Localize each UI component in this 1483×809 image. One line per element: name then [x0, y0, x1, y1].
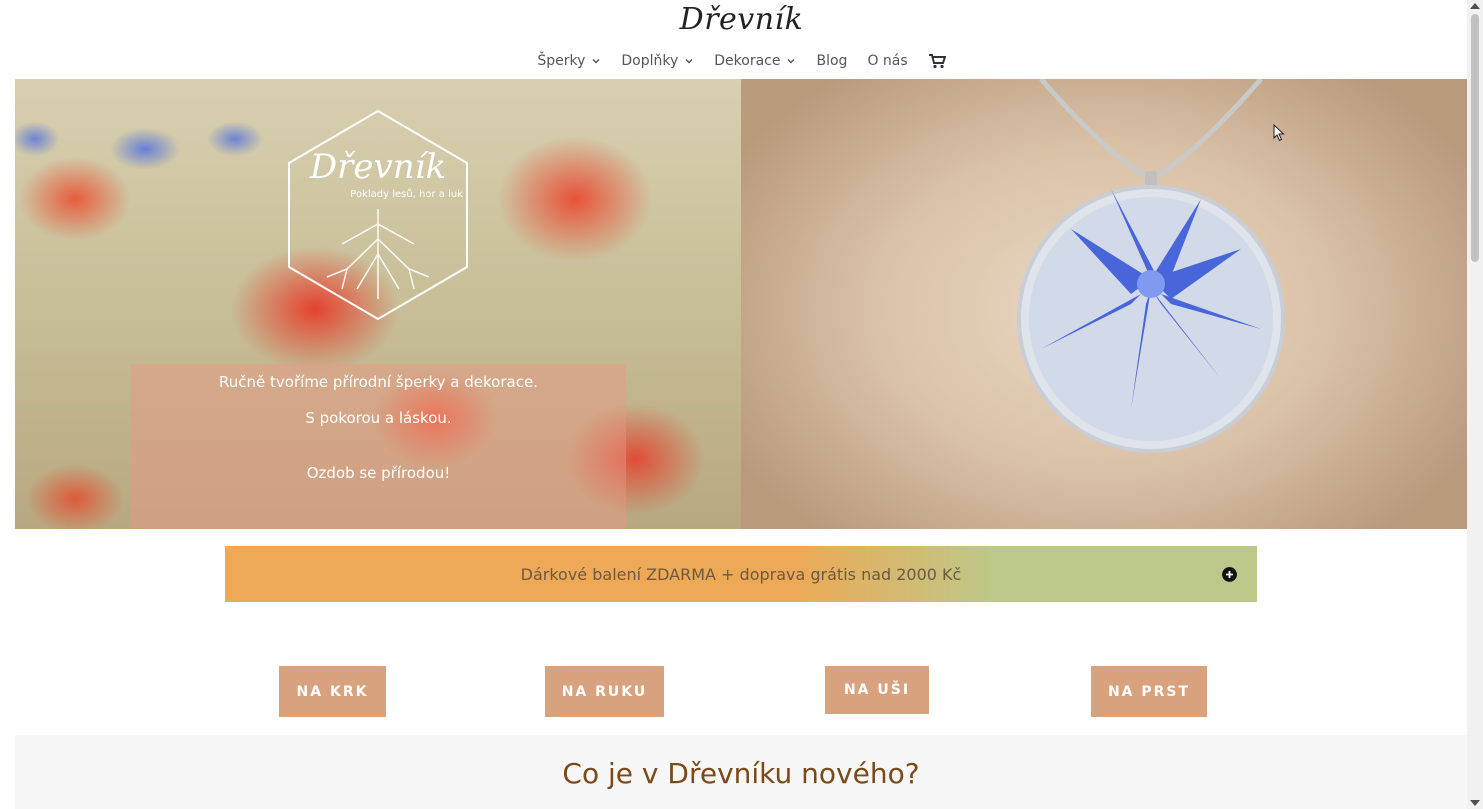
chevron-down-icon — [685, 58, 693, 64]
nav-item-dekorace[interactable]: Dekorace — [714, 50, 796, 72]
section-heading: Co je v Dřevníku nového? — [562, 757, 920, 790]
scroll-up-arrow-icon[interactable] — [1470, 3, 1480, 9]
chevron-down-icon — [787, 58, 796, 64]
hero-tagline-2: S pokorou a láskou. — [305, 409, 452, 427]
nav-item-label: Doplňky — [621, 53, 679, 69]
nav-item-label: Šperky — [537, 53, 586, 69]
promo-banner[interactable]: Dárkové balení ZDARMA + doprava grátis n… — [225, 546, 1257, 602]
chevron-down-icon — [592, 58, 600, 64]
scroll-down-arrow-icon[interactable] — [1470, 800, 1480, 806]
hero-image-pendant — [741, 79, 1467, 529]
category-button-na-usi[interactable]: NA UŠI — [825, 666, 929, 714]
site-logo[interactable]: Dřevník — [0, 2, 1483, 37]
hero-image-poppies: Dřevník Poklady lesů, hor a luk Ručně tv… — [15, 79, 741, 529]
hero-tagline-3: Ozdob se přírodou! — [306, 464, 451, 482]
main-nav: Šperky Doplňky Dekorace Blog O nás — [0, 50, 1483, 72]
category-button-na-prst[interactable]: NA PRST — [1091, 666, 1207, 717]
promo-text: Dárkové balení ZDARMA + doprava grátis n… — [520, 564, 962, 584]
shopping-cart-icon — [928, 54, 946, 69]
hero-tagline-1: Ručně tvoříme přírodní šperky a dekorace… — [219, 373, 538, 391]
mouse-cursor-icon — [1273, 124, 1285, 142]
news-section: Co je v Dřevníku nového? — [15, 735, 1467, 809]
plus-circle-icon[interactable] — [1222, 567, 1237, 582]
scrollbar-thumb[interactable] — [1471, 14, 1479, 262]
nav-item-doplnky[interactable]: Doplňky — [621, 50, 694, 72]
emblem-title: Dřevník — [309, 147, 447, 187]
nav-item-label: Blog — [816, 53, 848, 69]
nav-item-o-nas[interactable]: O nás — [867, 50, 907, 72]
category-button-na-ruku[interactable]: NA RUKU — [545, 666, 664, 717]
brand-emblem — [288, 109, 468, 321]
vertical-scrollbar[interactable] — [1467, 0, 1483, 809]
pendant-illustration — [1017, 79, 1285, 453]
nav-item-label: O nás — [867, 53, 908, 69]
nav-item-sperky[interactable]: Šperky — [537, 50, 601, 72]
emblem-subtitle: Poklady lesů, hor a luk — [350, 189, 463, 200]
nav-item-label: Dekorace — [714, 53, 781, 69]
nav-item-blog[interactable]: Blog — [816, 50, 847, 72]
cart-link[interactable] — [928, 50, 946, 72]
category-button-na-krk[interactable]: NA KRK — [279, 666, 386, 717]
